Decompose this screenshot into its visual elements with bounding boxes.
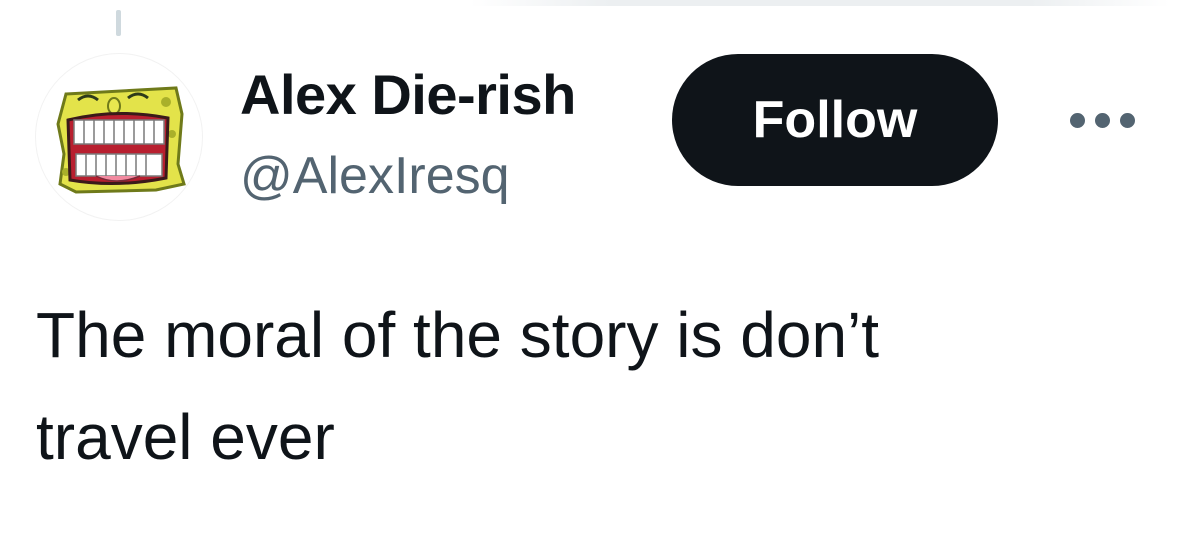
thread-connector-line [116, 10, 121, 36]
more-options-button[interactable] [1070, 100, 1150, 140]
avatar[interactable] [36, 54, 202, 220]
author-display-name[interactable]: Alex Die-rish [240, 62, 576, 127]
author-handle[interactable]: @AlexIresq [240, 146, 510, 206]
tweet-text: The moral of the story is don’t travel e… [36, 299, 880, 473]
top-divider [470, 0, 1170, 6]
follow-button[interactable]: Follow [672, 54, 998, 186]
spongebob-avatar-icon [56, 86, 186, 194]
more-horizontal-icon [1070, 112, 1135, 128]
